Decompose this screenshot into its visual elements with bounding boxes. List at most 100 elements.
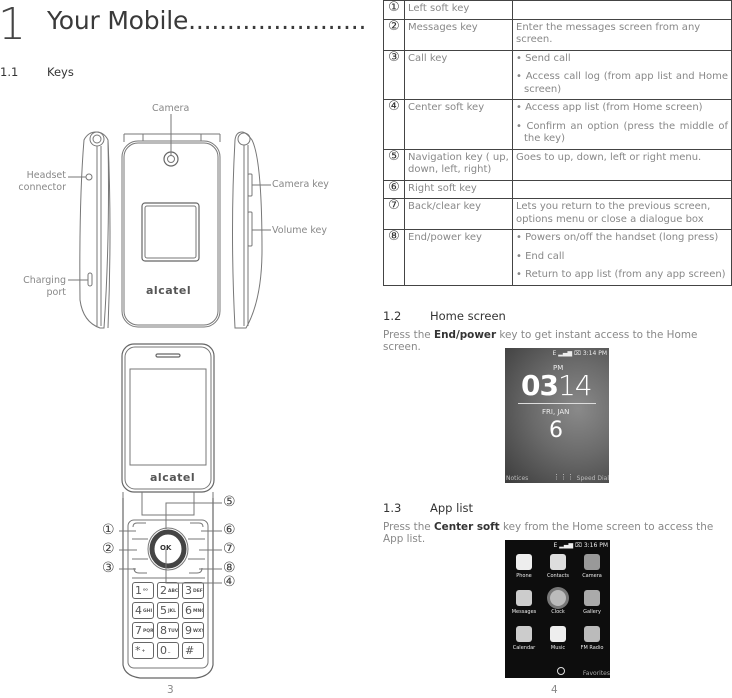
bullet-icon: •: [516, 269, 526, 280]
app-label: Calendar: [512, 645, 536, 651]
keypad-key: 5JKL: [157, 602, 179, 619]
clock-hour: 03: [521, 369, 559, 402]
key-name: Call key: [404, 49, 513, 100]
key-number: ③: [383, 49, 405, 100]
key-digit: 8: [160, 624, 167, 637]
music-icon: [550, 626, 566, 642]
key-table-row: ③ Call key • Send call • Access call log (f…: [383, 49, 732, 100]
keypad-key: #: [182, 642, 204, 659]
app-icon-calendar: Calendar: [508, 626, 540, 651]
bullet-text: End call: [525, 250, 565, 262]
key-name: Navigation key ( up, down, left, right): [404, 148, 513, 181]
keypad-key: 4GHI: [132, 602, 154, 619]
key-name: End/power key: [404, 229, 513, 286]
phone-icon: [516, 554, 532, 570]
description-bullet: • End call: [516, 251, 728, 264]
key-digit: 3: [185, 584, 192, 597]
keypad-key: 1ᴼᴼ: [132, 582, 154, 599]
section-number: 1.3: [383, 501, 402, 515]
section-heading-applist: 1.3 App list: [383, 501, 473, 515]
key-digit: 4: [135, 604, 142, 617]
key-letters: TUV: [168, 628, 179, 634]
key-number: ④: [383, 99, 405, 150]
contacts-icon: [550, 554, 566, 570]
bullet-icon: •: [516, 52, 526, 64]
key-digit: 7: [135, 624, 142, 637]
keypad-key: *+: [132, 642, 154, 659]
brand-logo-open: alcatel: [150, 471, 196, 484]
key-table-row: ② Messages key Enter the messages screen f…: [383, 18, 732, 51]
apps-grid-icon: ⋮⋮⋮: [553, 473, 574, 481]
app-icon-clock: Clock: [542, 590, 574, 615]
notices-softkey: Notices: [506, 475, 529, 482]
keypad-key: 7PQRS: [132, 622, 154, 639]
key-letters: +: [141, 648, 146, 654]
key-description: • Access app list (from Home screen) • Co…: [512, 99, 732, 150]
keypad-key: 2ABC: [157, 582, 179, 599]
app-label: Gallery: [583, 609, 601, 615]
center-circle-icon: [557, 667, 565, 675]
bullet-text: Send call: [525, 52, 571, 64]
key-number: ⑧: [383, 229, 405, 286]
keypad-key: 6MNO: [182, 602, 204, 619]
app-icon-phone: Phone: [508, 554, 540, 579]
section-heading-home: 1.2 Home screen: [383, 309, 506, 323]
key-table-row: ④ Center soft key • Access app list (from …: [383, 99, 732, 150]
key-letters: DEF: [193, 588, 203, 594]
key-number: ①: [383, 0, 405, 20]
key-table-row: ① Left soft key: [383, 0, 732, 20]
key-letters: MNO: [193, 608, 204, 614]
bullet-icon: •: [516, 120, 527, 132]
app-icon-camera: Camera: [576, 554, 608, 579]
bullet-icon: •: [516, 250, 526, 262]
page-number-right: 4: [551, 684, 558, 696]
description-text: Goes to up, down, left or right menu.: [516, 151, 702, 163]
fm-radio-icon: [584, 626, 600, 642]
key-number: ⑦: [383, 198, 405, 230]
key-digit: 1: [135, 584, 142, 597]
key-letters: WXYZ: [193, 628, 203, 634]
key-letters: ABC: [168, 588, 179, 594]
clock-divider: [518, 403, 596, 404]
keypad-key: 3DEF: [182, 582, 204, 599]
callout-7: ⑦: [223, 541, 236, 557]
key-table-row: ⑤ Navigation key ( up, down, left, right)…: [383, 148, 732, 181]
bullet-text: Confirm an option (press the middle of t…: [524, 120, 729, 145]
key-name: Right soft key: [404, 179, 513, 199]
key-digit: #: [185, 644, 195, 657]
bullet-icon: •: [516, 232, 526, 243]
description-bullet: • Send call: [516, 53, 728, 66]
callout-5: ⑤: [223, 494, 236, 510]
key-name-bold: Center soft: [434, 521, 500, 533]
bullet-icon: •: [516, 71, 526, 82]
key-description: [512, 179, 732, 199]
key-digit: 2: [160, 584, 167, 597]
text: Press the: [383, 521, 435, 533]
app-icon-messages: Messages: [508, 590, 540, 615]
app-label: Messages: [511, 609, 537, 615]
bullet-text: Return to app list (from any app screen): [525, 269, 726, 280]
key-name-bold: End/power: [434, 329, 497, 341]
key-digit: 5: [160, 604, 167, 617]
key-description: • Send call • Access call log (from app l…: [512, 49, 732, 100]
clock-minute: 14: [557, 369, 593, 402]
clock-icon: [550, 590, 566, 606]
app-label: Contacts: [546, 573, 570, 579]
section-number: 1.2: [383, 309, 402, 323]
bullet-text: Powers on/off the handset (long press): [525, 232, 719, 243]
callout-3: ③: [102, 560, 115, 576]
date-day: 6: [549, 418, 563, 443]
key-letters: _: [168, 648, 171, 654]
ok-key: OK: [160, 544, 172, 552]
bullet-text: Access call log (from app list and Home …: [524, 71, 728, 95]
gallery-icon: [584, 590, 600, 606]
keypad-key: 8TUV: [157, 622, 179, 639]
keypad-key: 9WXYZ: [182, 622, 204, 639]
page-number-left: 3: [167, 684, 174, 696]
keys-table: ① Left soft key ② Messages key Enter the mes…: [383, 0, 732, 286]
app-label: Phone: [516, 573, 532, 579]
app-list-screen-image: E ▂▄▆ ⌧ 3:16 PM Phone Contacts Camera Messa…: [505, 540, 610, 678]
app-label: Clock: [551, 609, 565, 615]
key-number: ⑤: [383, 148, 405, 181]
key-name: Messages key: [404, 18, 513, 51]
